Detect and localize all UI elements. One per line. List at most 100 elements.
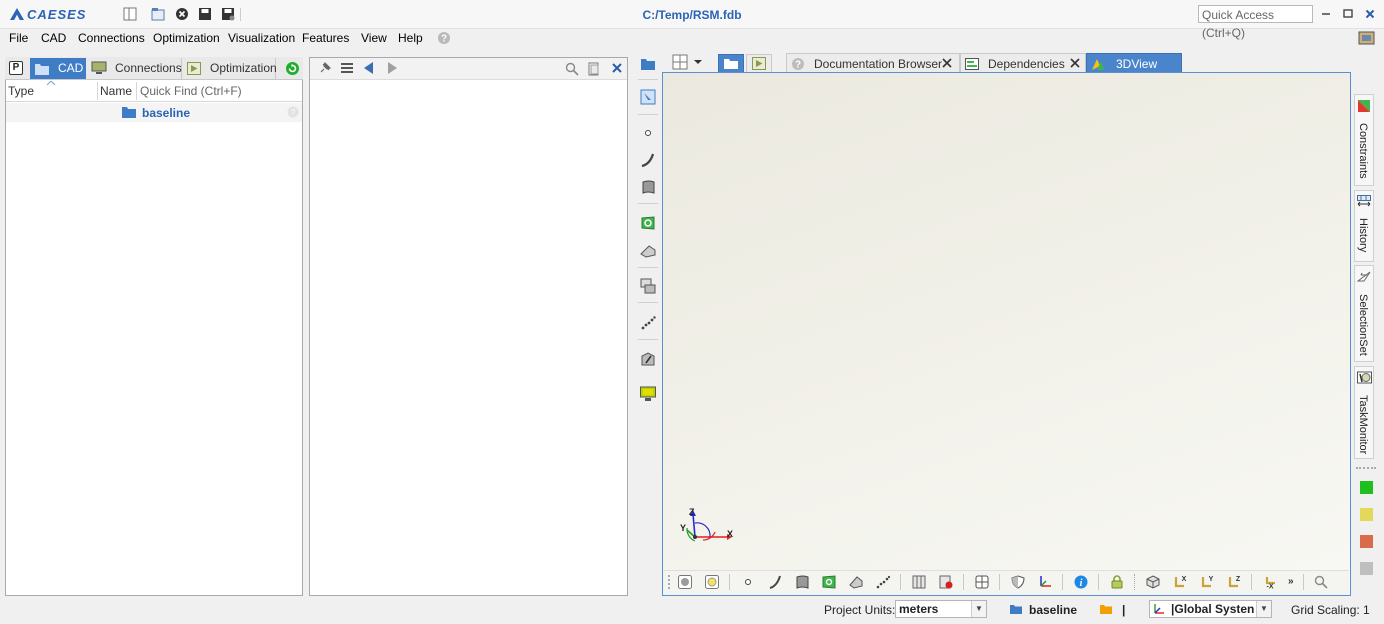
close-tab-icon[interactable] [1069, 57, 1081, 69]
view-z-icon[interactable]: Z [1227, 575, 1241, 589]
svg-text:X: X [1182, 576, 1187, 583]
surface-icon[interactable] [640, 179, 656, 195]
forward-arrow-icon[interactable] [386, 62, 398, 74]
search-icon[interactable] [565, 62, 579, 76]
point-icon[interactable] [741, 575, 755, 589]
curve-icon[interactable] [768, 575, 782, 589]
side-tab-taskmonitor[interactable]: TaskMonitor [1354, 366, 1374, 459]
close-icon[interactable] [1362, 6, 1378, 22]
toolbar-divider [638, 302, 658, 303]
menu-optimization[interactable]: Optimization [153, 31, 220, 45]
solid-icon[interactable] [849, 575, 863, 589]
feature-icon[interactable] [640, 89, 656, 105]
layout-icon[interactable] [123, 7, 137, 21]
3dview-icon [1091, 57, 1105, 71]
toolbar-divider [638, 267, 658, 268]
close-tab-icon[interactable] [941, 57, 953, 69]
surface-icon[interactable] [795, 575, 809, 589]
toolbar-divider [638, 114, 658, 115]
tab-connections[interactable]: Connections [86, 58, 182, 79]
clipping-plane-icon[interactable] [912, 575, 926, 589]
view-x-icon[interactable]: X [1173, 575, 1187, 589]
solid-icon[interactable] [640, 243, 656, 259]
coordinate-system-select[interactable]: |Global Systen ▼ [1149, 600, 1272, 618]
minimize-icon[interactable] [1318, 6, 1334, 22]
status-square-green[interactable] [1360, 481, 1373, 494]
menu-file[interactable]: File [9, 31, 28, 45]
save-as-icon[interactable] [221, 7, 235, 21]
side-tab-history[interactable]: History [1354, 190, 1374, 262]
image-surface-icon[interactable] [640, 215, 656, 231]
status-square-gray[interactable] [1360, 562, 1373, 575]
pin-icon[interactable] [318, 61, 332, 75]
pin-panel-icon[interactable]: P [9, 61, 23, 75]
status-square-yellow[interactable] [1360, 508, 1373, 521]
highlight-icon[interactable] [705, 575, 719, 589]
menu-cad[interactable]: CAD [41, 31, 66, 45]
side-tab-selectionset[interactable]: SelectionSet [1354, 265, 1374, 362]
active-design-label[interactable]: baseline [1029, 603, 1077, 617]
layout-dropdown-icon[interactable] [672, 54, 704, 70]
help-icon[interactable]: ? [437, 31, 451, 45]
quick-access-input[interactable]: Quick Access (Ctrl+Q) [1198, 5, 1313, 40]
shading-icon[interactable] [678, 575, 692, 589]
point-set-icon[interactable] [640, 315, 656, 331]
open-folder-icon[interactable] [151, 7, 165, 21]
zoom-icon[interactable] [1314, 575, 1328, 589]
tab-optimization[interactable]: Optimization [182, 58, 277, 79]
tree-item-baseline[interactable]: baseline ? [6, 103, 302, 122]
tab-dependencies[interactable]: Dependencies [960, 53, 1086, 73]
iso-view-icon[interactable] [1146, 575, 1160, 589]
point-icon[interactable] [640, 125, 656, 141]
shield-icon[interactable] [1011, 575, 1025, 589]
quick-find-input[interactable]: Quick Find (Ctrl+F) [140, 84, 242, 98]
save-icon[interactable] [198, 7, 212, 21]
side-tab-constraints[interactable]: Constraints [1354, 94, 1374, 186]
transform-icon[interactable] [640, 278, 656, 294]
menu-view[interactable]: View [361, 31, 387, 45]
column-type[interactable]: Type [8, 84, 34, 98]
help-icon: ? [791, 57, 805, 71]
toolbar-grip [668, 575, 672, 589]
menu-connections[interactable]: Connections [78, 31, 145, 45]
back-arrow-icon[interactable] [363, 62, 375, 74]
image-surface-icon[interactable] [822, 575, 836, 589]
lock-icon[interactable] [1110, 575, 1124, 589]
optimization-view-button[interactable] [746, 54, 772, 73]
more-tools-icon[interactable]: » [1288, 576, 1294, 587]
refresh-icon[interactable] [285, 61, 300, 76]
cad-view-button[interactable] [718, 54, 744, 73]
svg-text:?: ? [441, 34, 447, 45]
close-project-icon[interactable] [175, 7, 189, 21]
menu-help[interactable]: Help [398, 31, 423, 45]
maximize-icon[interactable] [1340, 6, 1356, 22]
grid-icon[interactable] [975, 575, 989, 589]
view-minus-x-icon[interactable]: -X [1263, 575, 1277, 589]
folder-icon[interactable] [640, 56, 656, 72]
software-connector-icon[interactable] [640, 386, 656, 402]
tab-cad[interactable]: CAD [30, 58, 86, 79]
toolbar-divider [1098, 574, 1099, 590]
status-square-red[interactable] [1360, 535, 1373, 548]
clear-clipping-icon[interactable] [939, 575, 953, 589]
tab-documentation-browser[interactable]: ? Documentation Browser [786, 53, 960, 73]
3d-viewport[interactable] [662, 72, 1351, 596]
close-panel-icon[interactable] [611, 62, 623, 74]
view-y-icon[interactable]: Y [1200, 575, 1214, 589]
design-folder-icon[interactable] [1100, 604, 1112, 614]
menu-visualization[interactable]: Visualization [228, 31, 295, 45]
list-icon[interactable] [341, 62, 353, 74]
curve-icon[interactable] [640, 152, 656, 168]
column-name[interactable]: Name [100, 84, 132, 98]
screen-capture-icon[interactable] [1358, 29, 1376, 47]
menu-features[interactable]: Features [302, 31, 349, 45]
svg-text:i: i [1080, 578, 1083, 589]
project-units-select[interactable]: meters ▼ [895, 600, 987, 618]
help-icon[interactable]: ? [287, 106, 299, 118]
tab-3dview[interactable]: 3DView [1086, 53, 1182, 73]
info-icon[interactable]: i [1074, 575, 1088, 589]
measure-icon[interactable] [640, 351, 656, 367]
coordinate-axes-icon[interactable] [1038, 575, 1052, 589]
point-set-icon[interactable] [876, 575, 890, 589]
copy-icon[interactable] [588, 62, 600, 76]
